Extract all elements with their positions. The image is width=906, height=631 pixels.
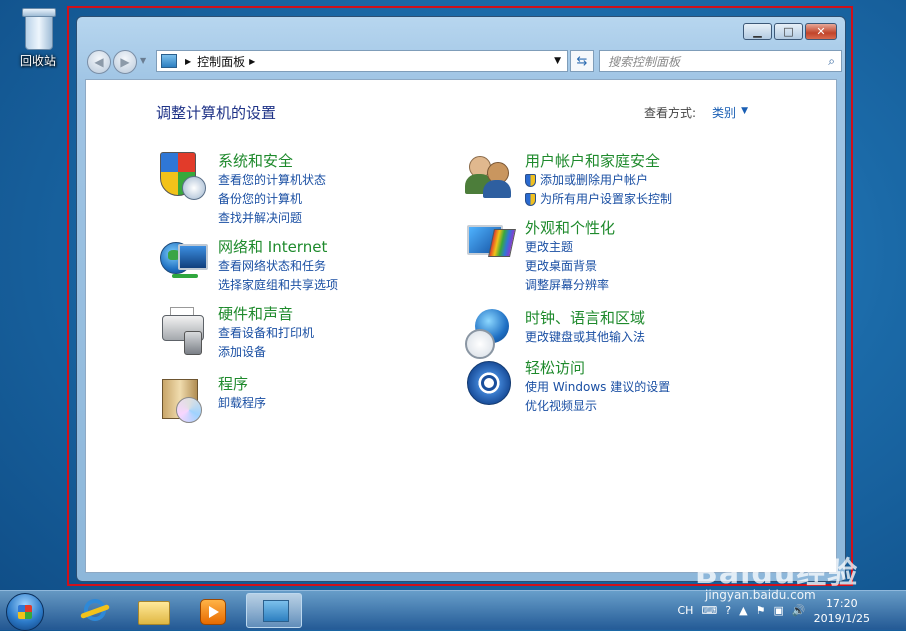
- language-indicator[interactable]: CH: [677, 604, 693, 617]
- taskbar-media-player[interactable]: [184, 593, 240, 628]
- taskbar-control-panel[interactable]: [246, 593, 302, 628]
- link-item[interactable]: 优化视频显示: [525, 397, 670, 416]
- category-title[interactable]: 时钟、语言和区域: [525, 309, 645, 328]
- clock-date: 2019/1/25: [813, 611, 870, 625]
- uac-shield-icon: [525, 174, 536, 187]
- users-icon[interactable]: [465, 152, 515, 202]
- link-item[interactable]: 备份您的计算机: [218, 190, 326, 209]
- category-programs: 程序 卸载程序: [158, 375, 266, 425]
- category-user-accounts: 用户帐户和家庭安全 添加或删除用户帐户 为所有用户设置家长控制: [465, 152, 672, 209]
- programs-box-icon[interactable]: [158, 375, 208, 425]
- media-player-icon: [200, 599, 226, 625]
- caption-buttons: ▁ □ ✕: [741, 23, 837, 40]
- back-button[interactable]: ◀: [87, 50, 111, 74]
- search-input[interactable]: 搜索控制面板 ⌕: [599, 50, 842, 72]
- link-item[interactable]: 更改桌面背景: [525, 257, 615, 276]
- refresh-button[interactable]: ⇆: [570, 50, 594, 72]
- link-item[interactable]: 更改主题: [525, 238, 615, 257]
- view-by-label: 查看方式:: [643, 106, 696, 120]
- start-button[interactable]: [6, 593, 44, 631]
- internet-explorer-icon: [84, 599, 106, 621]
- address-dropdown-icon[interactable]: ▼: [554, 56, 561, 66]
- close-button[interactable]: ✕: [805, 23, 837, 40]
- network-icon[interactable]: ▣: [773, 604, 783, 617]
- link-item[interactable]: 查看网络状态和任务: [218, 257, 338, 276]
- category-hardware-sound: 硬件和声音 查看设备和打印机 添加设备: [158, 305, 314, 362]
- link-item[interactable]: 查看您的计算机状态: [218, 171, 326, 190]
- baidu-watermark-url: jingyan.baidu.com: [705, 588, 816, 602]
- link-item[interactable]: 查找并解决问题: [218, 209, 326, 228]
- content-area: 调整计算机的设置 查看方式: 类别 ▼ 系统和安全 查看您的计算机状态 备份您的…: [85, 79, 837, 573]
- address-bar[interactable]: ▶ 控制面板 ▶ ▼: [156, 50, 568, 72]
- recycle-bin-label: 回收站: [19, 54, 56, 68]
- show-hidden-icons-icon[interactable]: ▲: [739, 604, 747, 617]
- search-placeholder: 搜索控制面板: [608, 54, 681, 69]
- ease-of-access-icon[interactable]: [465, 359, 515, 409]
- category-title[interactable]: 用户帐户和家庭安全: [525, 152, 672, 171]
- link-item[interactable]: 卸载程序: [218, 394, 266, 413]
- appearance-monitor-icon[interactable]: [465, 219, 516, 269]
- link-item[interactable]: 查看设备和打印机: [218, 324, 314, 343]
- page-title: 调整计算机的设置: [156, 104, 277, 122]
- category-title[interactable]: 轻松访问: [525, 359, 670, 378]
- taskbar-explorer[interactable]: [124, 593, 180, 628]
- category-appearance: 外观和个性化 更改主题 更改桌面背景 调整屏幕分辨率: [465, 219, 615, 295]
- category-title[interactable]: 外观和个性化: [525, 219, 615, 238]
- clock-globe-icon[interactable]: [465, 309, 515, 359]
- category-network-internet: 网络和 Internet 查看网络状态和任务 选择家庭组和共享选项: [158, 238, 338, 295]
- help-icon[interactable]: ?: [725, 604, 731, 617]
- category-title[interactable]: 程序: [218, 375, 266, 394]
- link-item[interactable]: 选择家庭组和共享选项: [218, 276, 338, 295]
- security-shield-icon[interactable]: [158, 152, 208, 202]
- maximize-button[interactable]: □: [774, 23, 803, 40]
- view-by-chevron-icon[interactable]: ▼: [741, 106, 748, 116]
- windows-logo-icon: [18, 605, 32, 619]
- baidu-watermark: Baidu经验: [695, 556, 859, 591]
- search-icon[interactable]: ⌕: [828, 54, 835, 69]
- printer-speaker-icon[interactable]: [158, 305, 208, 355]
- uac-shield-icon: [525, 193, 536, 206]
- link-item[interactable]: 更改键盘或其他输入法: [525, 328, 645, 347]
- link-item[interactable]: 使用 Windows 建议的设置: [525, 378, 670, 397]
- breadcrumb-chevron-icon[interactable]: ▶: [249, 57, 255, 66]
- clock-time: 17:20: [825, 596, 858, 610]
- volume-icon[interactable]: 🔊: [792, 604, 806, 617]
- forward-button[interactable]: ▶: [113, 50, 137, 74]
- category-title[interactable]: 硬件和声音: [218, 305, 314, 324]
- clock[interactable]: 17:20 2019/1/25: [814, 596, 870, 626]
- recent-pages-dropdown-icon[interactable]: ▼: [140, 56, 146, 65]
- link-item[interactable]: 添加或删除用户帐户: [525, 171, 672, 190]
- control-panel-icon: [161, 54, 177, 68]
- category-ease-of-access: 轻松访问 使用 Windows 建议的设置 优化视频显示: [465, 359, 670, 416]
- link-item[interactable]: 添加设备: [218, 343, 314, 362]
- link-item[interactable]: 为所有用户设置家长控制: [525, 190, 672, 209]
- category-clock-language: 时钟、语言和区域 更改键盘或其他输入法: [465, 309, 645, 359]
- control-panel-icon: [263, 600, 289, 622]
- control-panel-window: ▁ □ ✕ ◀ ▶ ▼ ▶ 控制面板 ▶ ▼ ⇆ 搜索控制面板 ⌕ 调整计算机的…: [76, 16, 846, 582]
- network-globe-icon[interactable]: [158, 238, 208, 288]
- category-title[interactable]: 网络和 Internet: [218, 238, 338, 257]
- recycle-bin-icon: [21, 6, 56, 50]
- taskbar-internet-explorer[interactable]: [64, 593, 120, 628]
- navigation-bar: ◀ ▶ ▼ ▶ 控制面板 ▶ ▼ ⇆ 搜索控制面板 ⌕: [85, 48, 842, 74]
- minimize-button[interactable]: ▁: [743, 23, 772, 40]
- link-item[interactable]: 调整屏幕分辨率: [525, 276, 615, 295]
- breadcrumb-chevron-icon[interactable]: ▶: [185, 57, 191, 66]
- view-by-dropdown[interactable]: 类别: [712, 104, 736, 121]
- keyboard-icon[interactable]: ⌨: [701, 604, 717, 617]
- action-center-flag-icon[interactable]: ⚑: [756, 604, 766, 617]
- recycle-bin-desktop-icon[interactable]: 回收站: [10, 6, 66, 69]
- category-system-security: 系统和安全 查看您的计算机状态 备份您的计算机 查找并解决问题: [158, 152, 326, 228]
- breadcrumb-control-panel[interactable]: 控制面板: [197, 53, 245, 70]
- folder-icon: [138, 601, 170, 625]
- category-title[interactable]: 系统和安全: [218, 152, 326, 171]
